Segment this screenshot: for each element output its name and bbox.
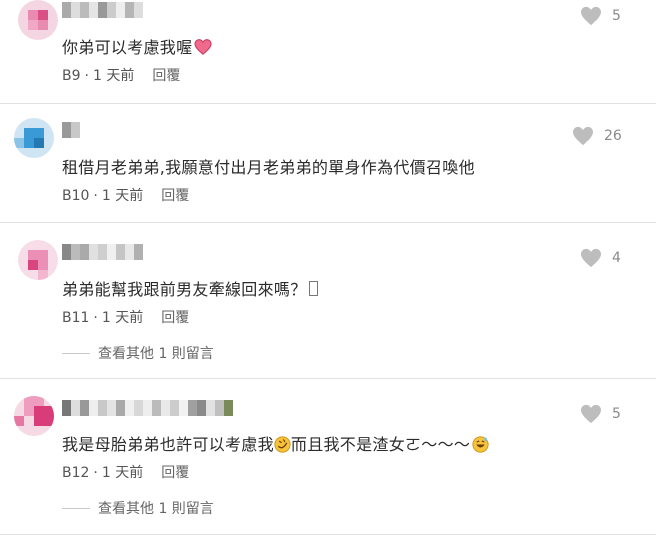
- view-more-label: 查看其他 1 則留言: [98, 346, 214, 362]
- heart-icon: [573, 126, 593, 146]
- floor-number: B11: [62, 310, 90, 326]
- rolling-laughing-emoji-icon: [274, 436, 291, 453]
- username-blurred[interactable]: [62, 122, 80, 138]
- comment-meta: B10 · 1 天前 回覆: [62, 185, 189, 205]
- like-count: 26: [604, 128, 622, 144]
- divider: [0, 378, 656, 379]
- view-more-replies-link[interactable]: 查看其他 1 則留言: [62, 343, 214, 363]
- username-blurred[interactable]: [62, 400, 233, 416]
- timestamp: 1 天前: [101, 310, 144, 326]
- comment-meta: B12 · 1 天前 回覆: [62, 462, 189, 482]
- like-count: 5: [612, 8, 621, 24]
- reply-button[interactable]: 回覆: [161, 465, 189, 481]
- view-more-label: 查看其他 1 則留言: [98, 501, 214, 517]
- thread-line: [62, 507, 90, 509]
- reply-button[interactable]: 回覆: [161, 188, 189, 204]
- divider: [0, 103, 656, 104]
- comment-text: 弟弟能幫我跟前男友牽線回來嗎？: [62, 276, 318, 300]
- heart-icon: [581, 248, 601, 268]
- meta-separator: ·: [93, 188, 98, 204]
- username-blurred[interactable]: [62, 2, 143, 18]
- floor-number: B9: [62, 68, 81, 84]
- heart-emoji-icon: [194, 39, 212, 55]
- like-count: 4: [612, 250, 621, 266]
- grinning-sweat-emoji-icon: [472, 436, 489, 453]
- like-count: 5: [612, 406, 621, 422]
- comment-text: 我是母胎弟弟也許可以考慮我 而且我不是渣女ㄛ～～～: [62, 431, 489, 455]
- like-button[interactable]: 4: [580, 248, 621, 268]
- avatar[interactable]: [14, 118, 54, 158]
- comment-text: 你弟可以考慮我喔: [62, 34, 212, 58]
- floor-number: B12: [62, 465, 90, 481]
- missing-glyph-icon: [308, 281, 318, 296]
- comment-text: 租借月老弟弟,我願意付出月老弟弟的單身作為代價召喚他: [62, 158, 475, 177]
- avatar[interactable]: [14, 396, 54, 436]
- avatar[interactable]: [18, 240, 58, 280]
- heart-icon: [581, 404, 601, 424]
- floor-number: B10: [62, 188, 90, 204]
- thread-line: [62, 352, 90, 354]
- meta-separator: ·: [93, 310, 98, 326]
- timestamp: 1 天前: [101, 465, 144, 481]
- comment-meta: B9 · 1 天前 回覆: [62, 65, 180, 85]
- divider: [0, 222, 656, 223]
- timestamp: 1 天前: [101, 188, 144, 204]
- heart-icon: [581, 6, 601, 26]
- avatar[interactable]: [18, 0, 58, 40]
- reply-button[interactable]: 回覆: [152, 68, 180, 84]
- view-more-replies-link[interactable]: 查看其他 1 則留言: [62, 498, 214, 518]
- divider: [0, 534, 656, 535]
- reply-button[interactable]: 回覆: [161, 310, 189, 326]
- like-button[interactable]: 5: [580, 404, 621, 424]
- meta-separator: ·: [84, 68, 89, 84]
- like-button[interactable]: 26: [572, 126, 622, 146]
- username-blurred[interactable]: [62, 244, 143, 260]
- meta-separator: ·: [93, 465, 98, 481]
- comment-meta: B11 · 1 天前 回覆: [62, 307, 189, 327]
- like-button[interactable]: 5: [580, 6, 621, 26]
- timestamp: 1 天前: [92, 68, 135, 84]
